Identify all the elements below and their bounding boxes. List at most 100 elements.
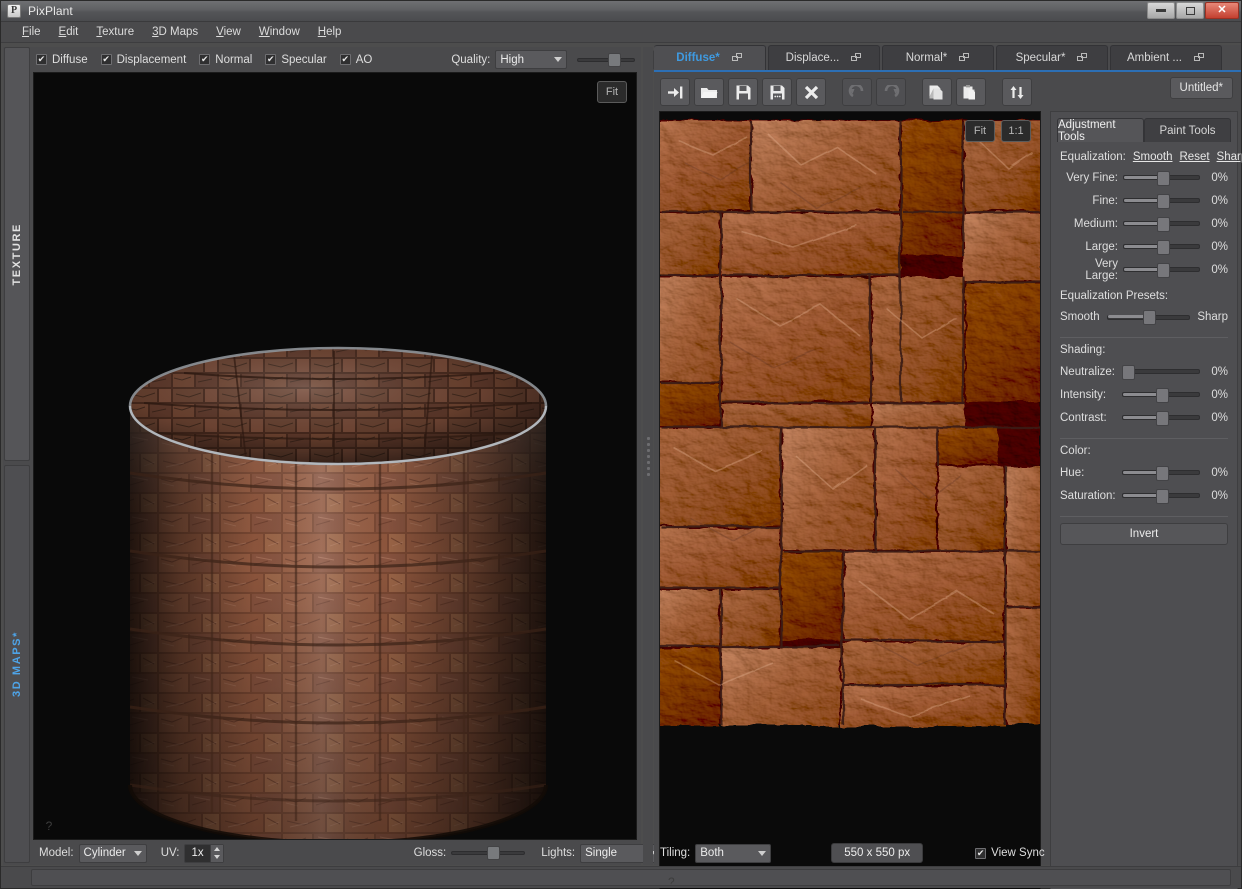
checkbox-diffuse[interactable]: Diffuse <box>36 54 88 66</box>
slider-very-large-knob[interactable] <box>1156 262 1170 278</box>
quality-slider-knob[interactable] <box>607 52 621 67</box>
slider-intensity-knob[interactable] <box>1156 387 1170 403</box>
menu-window[interactable]: Window <box>250 24 309 40</box>
file-name-chip[interactable]: Untitled* <box>1169 77 1233 99</box>
panel-splitter[interactable] <box>643 47 653 865</box>
gloss-slider-knob[interactable] <box>486 846 500 860</box>
equalization-sharp-link[interactable]: Sharp <box>1217 151 1242 163</box>
slider-neutralize[interactable] <box>1122 364 1200 380</box>
menu-file[interactable]: File <box>13 24 50 40</box>
tab-adjustment-tools[interactable]: Adjustment Tools <box>1057 118 1144 143</box>
close-window-button[interactable]: ✕ <box>1205 2 1239 19</box>
tab-specular-popout-icon[interactable] <box>1077 53 1088 63</box>
slider-saturation-knob[interactable] <box>1156 488 1170 504</box>
tab-ambient-occlusion-popout-icon[interactable] <box>1193 53 1205 63</box>
tab-diffuse-popout-icon[interactable] <box>731 53 743 63</box>
slider-very-fine-knob[interactable] <box>1156 170 1170 186</box>
equalization-label: Equalization: <box>1060 151 1126 163</box>
splitter-grip[interactable] <box>646 436 650 476</box>
paste-button[interactable] <box>956 78 986 106</box>
tab-displacement[interactable]: Displace... <box>768 45 880 70</box>
tiling-dropdown[interactable]: Both <box>695 843 772 863</box>
slider-hue-knob[interactable] <box>1156 465 1170 481</box>
equalization-reset-link[interactable]: Reset <box>1180 151 1210 163</box>
stepper-down-icon[interactable] <box>211 853 223 862</box>
checkbox-displacement[interactable]: Displacement <box>100 54 186 66</box>
save-button[interactable] <box>728 78 758 106</box>
uv-stepper[interactable]: 1x <box>184 843 224 863</box>
menu-3dmaps[interactable]: 3D Maps <box>143 24 207 40</box>
quality-slider[interactable] <box>577 52 636 67</box>
tab-paint-tools[interactable]: Paint Tools <box>1144 118 1231 142</box>
swap-button[interactable] <box>1002 78 1032 106</box>
tab-ambient-occlusion[interactable]: Ambient ... <box>1110 45 1222 70</box>
redo-arrow-icon <box>884 85 900 98</box>
slider-contrast-knob[interactable] <box>1156 410 1170 426</box>
checkbox-ao[interactable]: AO <box>339 54 372 66</box>
slider-neutralize-knob[interactable] <box>1122 364 1135 380</box>
tab-specular[interactable]: Specular* <box>996 45 1108 70</box>
equalization-smooth-link[interactable]: Smooth <box>1133 151 1173 163</box>
save-as-button[interactable] <box>762 78 792 106</box>
minimize-button[interactable] <box>1147 2 1175 19</box>
tiling-value: Both <box>700 847 724 859</box>
tab-diffuse[interactable]: Diffuse* <box>654 45 766 70</box>
slider-fine-label: Fine: <box>1092 194 1118 207</box>
slider-intensity[interactable] <box>1122 387 1200 403</box>
slider-medium[interactable] <box>1123 216 1200 232</box>
gloss-slider[interactable] <box>451 846 526 860</box>
slider-contrast[interactable] <box>1122 410 1200 426</box>
menu-texture[interactable]: Texture <box>87 24 143 40</box>
texture-viewport[interactable]: Fit 1:1 ? <box>659 111 1041 889</box>
texture-fit-button[interactable]: Fit <box>965 120 995 142</box>
maximize-button[interactable] <box>1176 2 1204 19</box>
floppy-save-as-icon <box>770 85 784 99</box>
divider-shading <box>1060 337 1228 338</box>
stepper-up-icon[interactable] <box>211 845 223 854</box>
slider-very-fine[interactable] <box>1123 170 1200 186</box>
viewport-3d-help-icon[interactable]: ? <box>42 819 56 833</box>
vertical-tab-3dmaps[interactable]: 3D MAPS* <box>4 465 30 863</box>
shading-label: Shading: <box>1060 344 1106 356</box>
slider-row-very-fine: Very Fine: 0% <box>1060 166 1228 189</box>
slider-hue[interactable] <box>1122 465 1200 481</box>
uv-stepper-arrows[interactable] <box>209 844 223 862</box>
menu-view[interactable]: View <box>207 24 250 40</box>
slider-very-large[interactable] <box>1123 262 1200 278</box>
slider-large[interactable] <box>1123 239 1200 255</box>
undo-button[interactable] <box>842 78 872 106</box>
close-map-button[interactable] <box>796 78 826 106</box>
checkbox-view-sync[interactable]: View Sync <box>975 847 1045 859</box>
tab-normal-popout-icon[interactable] <box>959 53 970 63</box>
menu-help[interactable]: Help <box>309 24 351 40</box>
checkbox-displacement-box <box>100 54 112 65</box>
redo-button[interactable] <box>876 78 906 106</box>
slider-medium-knob[interactable] <box>1156 216 1170 232</box>
quality-dropdown[interactable]: High <box>495 50 568 69</box>
menu-edit[interactable]: Edit <box>50 24 88 40</box>
slider-saturation-label: Saturation: <box>1060 489 1116 502</box>
slider-fine[interactable] <box>1123 193 1200 209</box>
open-button[interactable] <box>694 78 724 106</box>
model-dropdown[interactable]: Cylinder <box>78 843 147 863</box>
slider-row-fine: Fine: 0% <box>1060 189 1228 212</box>
texture-help-icon[interactable]: ? <box>668 875 675 889</box>
preset-slider[interactable] <box>1106 309 1191 325</box>
slider-large-knob[interactable] <box>1156 239 1170 255</box>
tab-displacement-popout-icon[interactable] <box>851 53 862 63</box>
copy-button[interactable] <box>922 78 952 106</box>
vertical-tab-texture[interactable]: TEXTURE <box>4 47 30 461</box>
checkbox-normal[interactable]: Normal <box>199 54 252 66</box>
checkbox-specular[interactable]: Specular <box>265 54 327 66</box>
slider-row-contrast: Contrast: 0% <box>1060 406 1228 429</box>
viewport-3d[interactable]: Fit ? <box>33 72 637 840</box>
slider-fine-knob[interactable] <box>1156 193 1170 209</box>
slider-saturation[interactable] <box>1122 488 1200 504</box>
viewport-3d-fit-button[interactable]: Fit <box>597 81 627 103</box>
slider-row-neutralize: Neutralize: 0% <box>1060 360 1228 383</box>
import-button[interactable] <box>660 78 690 106</box>
tab-normal[interactable]: Normal* <box>882 45 994 70</box>
texture-one-to-one-button[interactable]: 1:1 <box>1001 120 1031 142</box>
invert-button[interactable]: Invert <box>1060 523 1228 545</box>
preset-slider-knob[interactable] <box>1143 310 1157 325</box>
